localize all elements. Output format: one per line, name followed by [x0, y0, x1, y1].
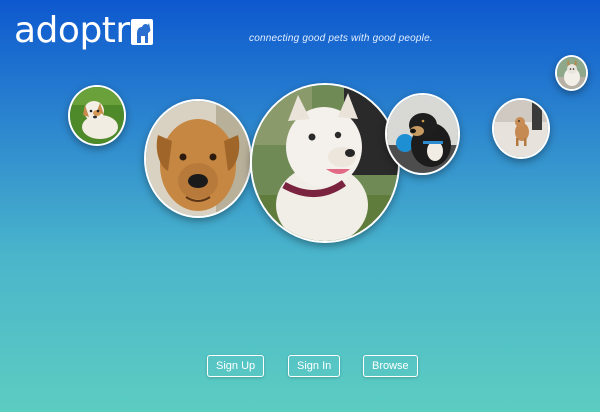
black-tan-dog-with-ball-photo[interactable]	[385, 93, 460, 175]
browse-button[interactable]: Browse	[363, 355, 418, 377]
sign-up-button[interactable]: Sign Up	[207, 355, 265, 377]
brand-name: adoptr	[14, 10, 130, 51]
tan-boxer-mix-photo[interactable]	[144, 99, 252, 218]
small-terrier-photo[interactable]	[555, 55, 588, 91]
jack-russell-on-grass-photo[interactable]	[68, 85, 126, 146]
white-pit-bull-photo[interactable]	[250, 83, 400, 243]
sign-in-button[interactable]: Sign In	[288, 355, 341, 377]
tagline: connecting good pets with good people.	[249, 33, 433, 44]
small-dog-on-floor-photo[interactable]	[492, 98, 550, 159]
brand-logo[interactable]: adoptr	[14, 11, 153, 51]
pet-silhouette-icon	[130, 19, 153, 45]
